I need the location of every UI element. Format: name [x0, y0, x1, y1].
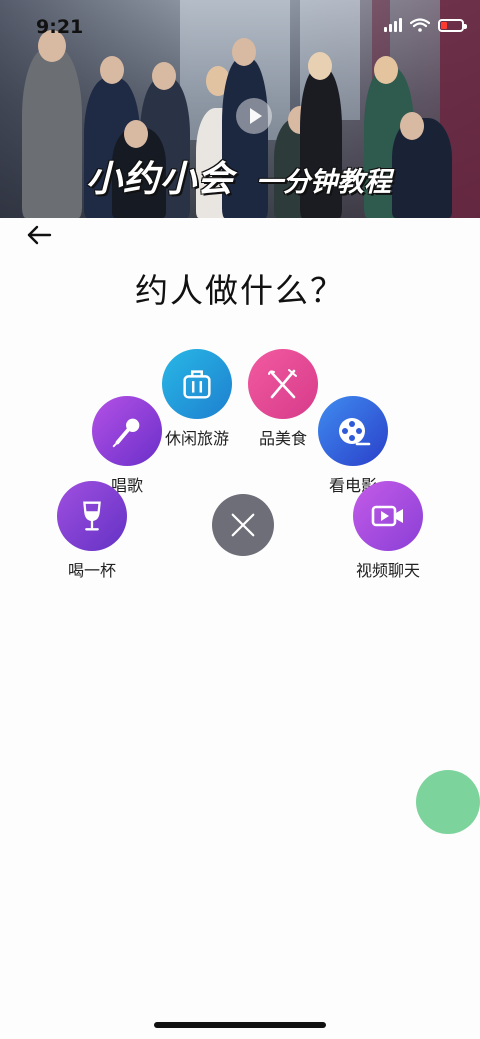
menu-item-drink[interactable]: 喝一杯	[37, 481, 147, 581]
video-camera-icon	[371, 505, 403, 527]
back-button[interactable]	[22, 222, 58, 250]
film-reel-icon	[339, 418, 371, 446]
status-icons	[384, 18, 467, 32]
arrow-left-icon	[27, 225, 52, 245]
person-head	[400, 112, 424, 140]
wifi-icon	[410, 18, 430, 32]
person-figure	[22, 48, 82, 218]
menu-label: 视频聊天	[355, 561, 420, 580]
person-head	[100, 56, 124, 84]
microphone-icon	[112, 418, 140, 448]
wine-glass-icon	[83, 501, 101, 531]
person-head	[374, 56, 398, 84]
battery-icon	[438, 18, 467, 32]
person-head	[152, 62, 176, 90]
home-indicator[interactable]	[154, 1022, 326, 1028]
screen: 小约小会 一分钟教程 9:21 约人做什么？ 休闲旅游 品美食 唱歌 看电影 喝…	[0, 0, 480, 1039]
banner-title: 小约小会	[86, 159, 235, 200]
banner-subtitle: 一分钟教程	[256, 167, 391, 198]
drink-circle	[57, 481, 127, 551]
close-icon	[231, 513, 255, 537]
person-head	[232, 38, 256, 66]
menu-item-video-chat[interactable]: 视频聊天	[333, 481, 443, 581]
status-time: 9:21	[36, 16, 84, 38]
sing-circle	[92, 396, 162, 466]
video-chat-circle	[353, 481, 423, 551]
fork-knife-icon	[268, 369, 297, 399]
menu-label: 喝一杯	[67, 561, 116, 580]
movie-circle	[318, 396, 388, 466]
play-icon[interactable]	[236, 98, 272, 134]
page-title: 约人做什么？	[135, 271, 345, 310]
close-button[interactable]	[212, 494, 274, 556]
suitcase-icon	[183, 370, 211, 399]
person-head	[124, 120, 148, 148]
floating-action-button[interactable]	[416, 770, 480, 834]
person-head	[308, 52, 332, 80]
cellular-signal-icon	[384, 18, 402, 32]
